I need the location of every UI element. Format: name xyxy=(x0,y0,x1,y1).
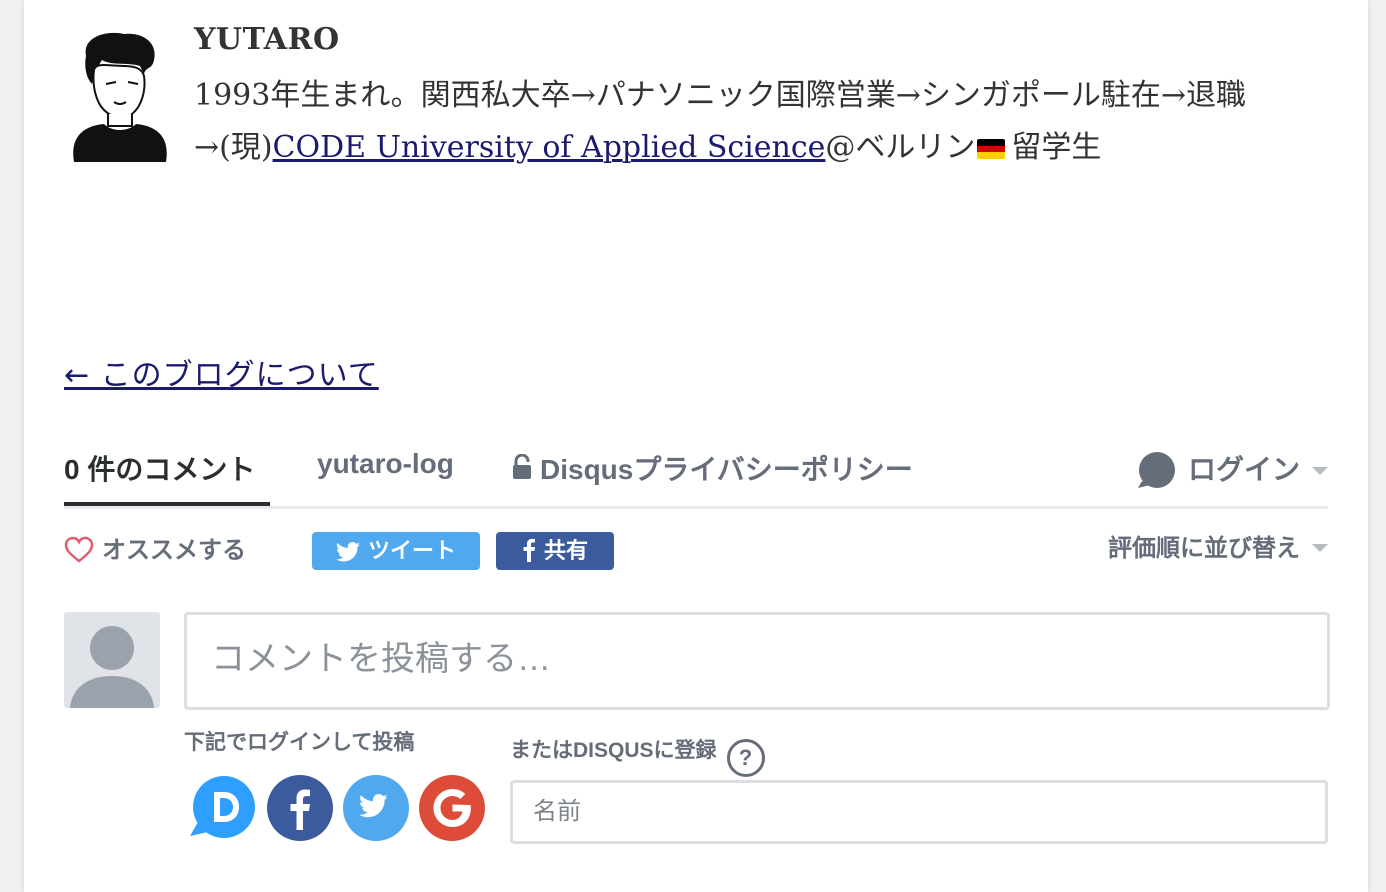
default-user-icon xyxy=(70,626,154,708)
comment-input[interactable] xyxy=(187,615,1311,703)
sort-label: 評価順に並び替え xyxy=(1108,535,1300,562)
tweet-button[interactable]: ツイート xyxy=(312,532,480,570)
twitter-icon xyxy=(335,542,360,562)
author-bio-link[interactable]: CODE University of Applied Science xyxy=(273,130,826,165)
help-icon[interactable]: ? xyxy=(726,739,765,777)
author-bio-status: 留学生 xyxy=(1011,130,1102,165)
author-bio: 1993年生まれ。関西私大卒→パナソニック国際営業→シンガポール駐在→退職→(現… xyxy=(194,70,1334,174)
user-avatar xyxy=(64,612,160,708)
back-to-about-link[interactable]: ← このブログについて xyxy=(64,350,379,394)
share-label: 共有 xyxy=(543,538,588,563)
lock-icon xyxy=(513,454,531,479)
twitter-login-icon[interactable] xyxy=(342,774,410,842)
name-field-box[interactable] xyxy=(510,780,1328,844)
share-button[interactable]: 共有 xyxy=(496,532,614,570)
disqus-icon[interactable] xyxy=(188,774,256,842)
tab-active-indicator xyxy=(64,502,270,506)
comment-input-box[interactable] xyxy=(184,612,1330,710)
tweet-label: ツイート xyxy=(367,538,456,563)
author-bio-location: @ベルリン xyxy=(825,130,976,165)
tab-community[interactable]: yutaro-log xyxy=(317,448,454,480)
chevron-down-icon xyxy=(1312,467,1328,475)
recommend-button[interactable]: オススメする xyxy=(64,530,246,565)
tab-comments-label: 0 件のコメント xyxy=(64,454,256,485)
recommend-label: オススメする xyxy=(102,537,246,564)
google-login-icon[interactable] xyxy=(418,774,486,842)
facebook-icon xyxy=(523,538,535,562)
germany-flag-icon xyxy=(977,139,1006,159)
tab-comments[interactable]: 0 件のコメント xyxy=(64,448,255,506)
login-with-label: 下記でログインして投稿 xyxy=(184,731,415,754)
disqus-signup-label: またはDISQUSに登録? xyxy=(510,734,765,777)
name-field[interactable] xyxy=(513,783,1315,841)
privacy-policy-link[interactable]: Disqusプライバシーポリシー xyxy=(512,448,913,488)
post-footer-card: YUTARO 1993年生まれ。関西私大卒→パナソニック国際営業→シンガポール駐… xyxy=(24,0,1368,892)
disqus-nav: 0 件のコメント yutaro-log Disqusプライバシーポリシー ログイ… xyxy=(64,440,1328,509)
signup-label-text: またはDISQUSに登録 xyxy=(510,739,717,762)
chat-bubble-icon xyxy=(1137,452,1175,488)
sort-dropdown[interactable]: 評価順に並び替え xyxy=(1108,528,1328,563)
login-label: ログイン xyxy=(1187,454,1300,485)
login-dropdown[interactable]: ログイン xyxy=(1137,448,1328,489)
chevron-down-icon xyxy=(1312,544,1328,552)
author-name: YUTARO xyxy=(194,22,340,57)
privacy-policy-label: Disqusプライバシーポリシー xyxy=(540,454,913,485)
facebook-login-icon[interactable] xyxy=(266,774,334,842)
author-avatar xyxy=(73,32,167,162)
heart-icon xyxy=(64,536,94,563)
